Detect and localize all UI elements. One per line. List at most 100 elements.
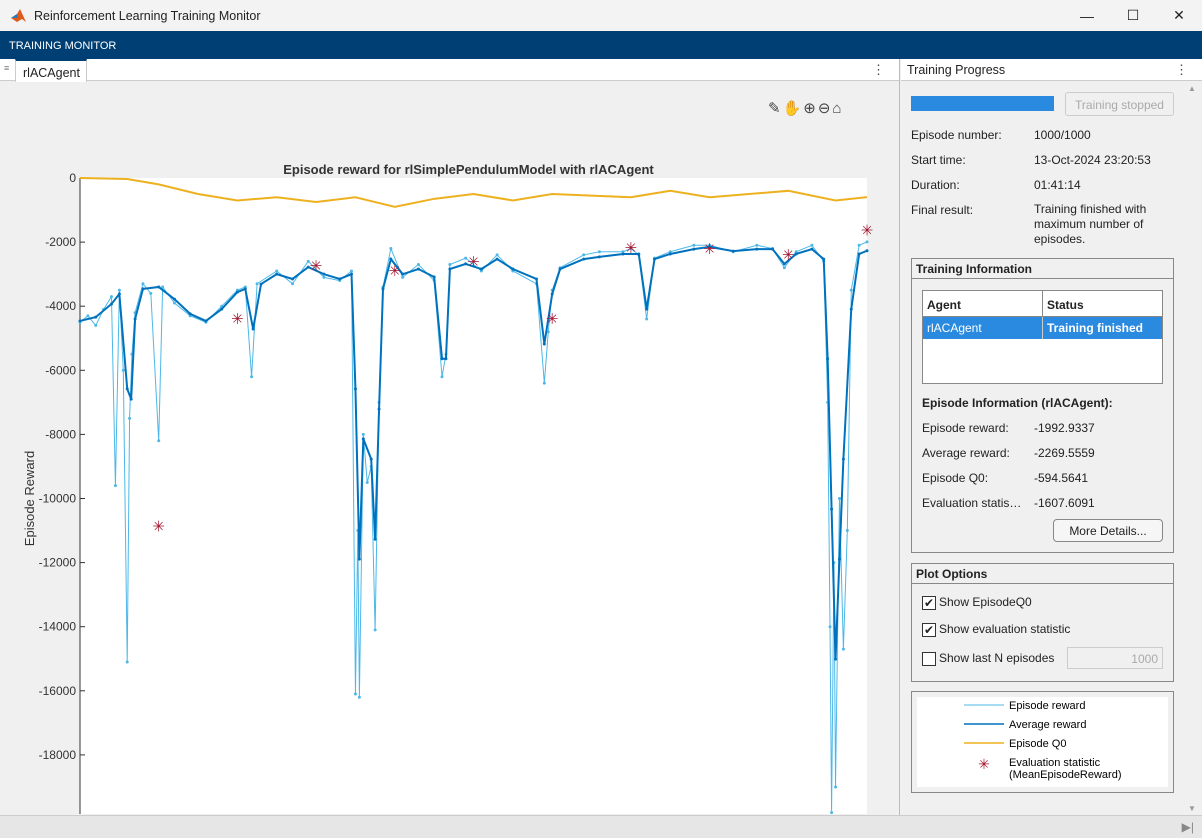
panel-scrollbar[interactable]: ▲ ▼ — [1184, 82, 1202, 815]
scroll-down-icon[interactable]: ▼ — [1188, 804, 1196, 813]
close-button[interactable]: ✕ — [1156, 0, 1202, 31]
tab-menu-icon[interactable]: ⋮ — [872, 62, 885, 78]
reward-chart: 010020030040050060070080090010000-2000-4… — [22, 162, 873, 814]
training-stopped-button[interactable]: Training stopped — [1065, 92, 1174, 116]
average-reward-point — [133, 317, 137, 321]
average-reward-point — [243, 287, 247, 291]
episode-reward-point — [357, 695, 361, 699]
episode-reward-point — [275, 269, 279, 273]
average-reward-point — [338, 277, 342, 281]
home-icon[interactable]: ⌂ — [832, 100, 843, 117]
average-reward-point — [810, 247, 814, 251]
zoom-out-icon[interactable]: ⊖ — [818, 100, 833, 117]
episode-reward-point — [830, 811, 834, 814]
average-reward-point — [582, 257, 586, 261]
average-reward-point — [322, 272, 326, 276]
episode-reward-point — [353, 692, 357, 696]
collapse-panel-icon[interactable]: ▶| — [1182, 820, 1194, 834]
average-reward-point — [157, 285, 161, 289]
average-reward-point — [235, 290, 239, 294]
pan-hand-icon[interactable]: ✋ — [783, 100, 804, 117]
average-reward-point — [275, 272, 279, 276]
average-reward-point — [141, 287, 145, 291]
legend-label: Average reward — [1009, 719, 1086, 731]
group-title: Plot Options — [912, 564, 1173, 584]
average-reward-point — [834, 657, 838, 661]
episode-reward-point — [361, 432, 365, 436]
panel-title: Training Progress — [907, 63, 1006, 77]
panel-menu-icon[interactable]: ⋮ — [1175, 62, 1188, 78]
average-reward-point — [259, 282, 263, 286]
average-reward-point — [204, 319, 208, 323]
episode-reward-point — [755, 243, 759, 247]
episode-reward-point — [401, 275, 405, 279]
episode-reward-point — [250, 375, 254, 379]
episode-reward-point — [495, 253, 499, 257]
average-reward-point — [220, 307, 224, 311]
minimize-button[interactable]: — — [1064, 0, 1110, 31]
progress-fill — [911, 96, 1054, 111]
training-information-group: Training Information Agent Status rlACAg… — [911, 258, 1174, 553]
tab-rlacagent[interactable]: rlACAgent — [15, 59, 87, 82]
average-reward-point — [389, 257, 393, 261]
average-reward-point — [692, 247, 696, 251]
field-label: Average reward: — [922, 446, 1010, 460]
evaluation-point: ✳ — [546, 311, 559, 328]
maximize-button[interactable]: ☐ — [1110, 0, 1156, 31]
plot-options-group: Plot Options ✔ Show EpisodeQ0 ✔ Show evalu… — [911, 563, 1174, 682]
average-reward-point — [78, 319, 82, 323]
column-header-agent[interactable]: Agent — [923, 291, 1043, 316]
episode-reward-point — [172, 301, 176, 305]
plot-area — [80, 178, 867, 814]
scroll-up-icon[interactable]: ▲ — [1188, 84, 1196, 93]
show-last-n-checkbox[interactable]: Show last N episodes — [922, 651, 1054, 666]
y-tick-label: -10000 — [39, 492, 77, 506]
y-tick-label: -16000 — [39, 684, 77, 698]
average-reward-point — [826, 357, 830, 361]
average-reward-point — [865, 249, 869, 253]
group-title: Training Information — [912, 259, 1173, 279]
average-reward-point — [511, 267, 515, 271]
agent-table: Agent Status rlACAgent Training finished — [922, 290, 1163, 384]
start-time-value: 13-Oct-2024 23:20:53 — [1034, 153, 1151, 167]
table-row[interactable]: rlACAgent Training finished — [923, 317, 1162, 339]
legend-label: Episode reward — [1009, 700, 1085, 712]
drag-handle-icon[interactable]: ≡ — [4, 63, 9, 73]
episode-reward-point — [128, 416, 132, 420]
average-reward-point — [731, 249, 735, 253]
episode-reward-point — [810, 243, 814, 247]
episode-reward-point — [782, 266, 786, 270]
field-label: Final result: — [911, 203, 974, 217]
show-eval-checkbox[interactable]: ✔ Show evaluation statistic — [922, 622, 1070, 637]
average-reward-point — [290, 277, 294, 281]
status-cell: Training finished — [1047, 321, 1144, 335]
brush-icon[interactable]: ✎ — [768, 100, 783, 117]
legend-label: (MeanEpisodeReward) — [1009, 769, 1122, 781]
legend-label: Evaluation statistic — [1009, 757, 1101, 769]
average-reward-point — [597, 255, 601, 259]
episode-reward-point — [322, 275, 326, 279]
average-reward-point — [653, 257, 657, 261]
duration-value: 01:41:14 — [1034, 178, 1081, 192]
last-n-input[interactable]: 1000 — [1067, 647, 1163, 669]
checkbox-checked-icon[interactable]: ✔ — [922, 595, 936, 610]
evaluation-point: ✳ — [625, 240, 638, 257]
show-q0-checkbox[interactable]: ✔ Show EpisodeQ0 — [922, 595, 1032, 610]
episode-reward-point — [389, 247, 393, 251]
evaluation-statistic-value: -1607.6091 — [1034, 496, 1095, 510]
y-tick-label: -6000 — [45, 363, 76, 377]
checkbox-checked-icon[interactable]: ✔ — [922, 622, 936, 637]
status-bar: ▶| — [0, 815, 1202, 838]
average-reward-point — [369, 457, 373, 461]
average-reward-point — [416, 267, 420, 271]
field-label: Episode reward: — [922, 421, 1009, 435]
column-header-status[interactable]: Status — [1043, 291, 1084, 316]
episode-reward-point — [692, 243, 696, 247]
average-reward-point — [841, 457, 845, 461]
title-bar: Reinforcement Learning Training Monitor … — [0, 0, 1202, 31]
legend-box: ✳ Episode reward Average reward Episode … — [911, 691, 1174, 793]
checkbox-unchecked-icon[interactable] — [922, 651, 936, 666]
average-reward-point — [377, 407, 381, 411]
zoom-in-icon[interactable]: ⊕ — [803, 100, 818, 117]
more-details-button[interactable]: More Details... — [1053, 519, 1163, 542]
